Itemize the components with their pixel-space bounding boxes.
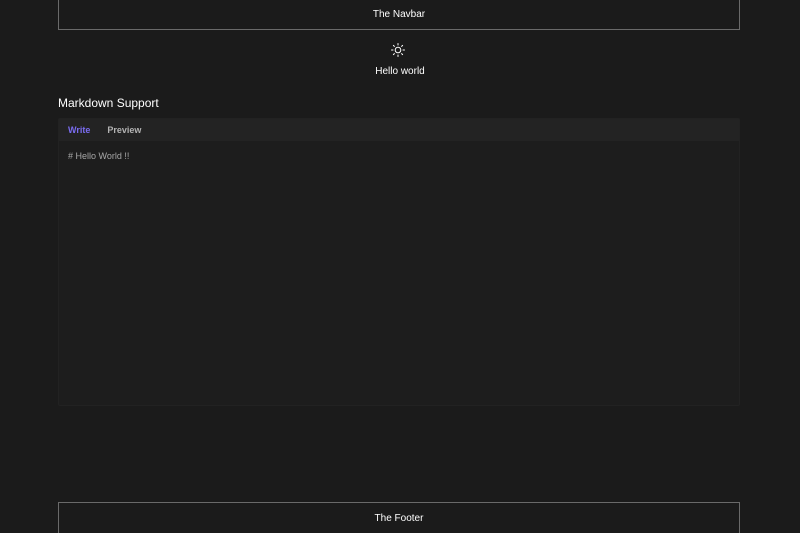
navbar: The Navbar [58, 0, 740, 30]
footer-label: The Footer [374, 512, 424, 524]
sun-icon [391, 43, 405, 57]
theme-toggle-button[interactable] [390, 42, 406, 58]
section-title: Markdown Support [58, 96, 159, 110]
editor-tabbar: Write Preview [59, 119, 739, 141]
footer: The Footer [58, 502, 740, 533]
tab-preview[interactable]: Preview [107, 125, 141, 135]
markdown-editor: Write Preview # Hello World !! [58, 118, 740, 406]
greeting-text: Hello world [375, 66, 425, 77]
navbar-label: The Navbar [372, 9, 426, 20]
tab-write[interactable]: Write [68, 125, 90, 135]
editor-content: # Hello World !! [68, 151, 130, 161]
editor-textarea[interactable]: # Hello World !! [59, 141, 739, 171]
